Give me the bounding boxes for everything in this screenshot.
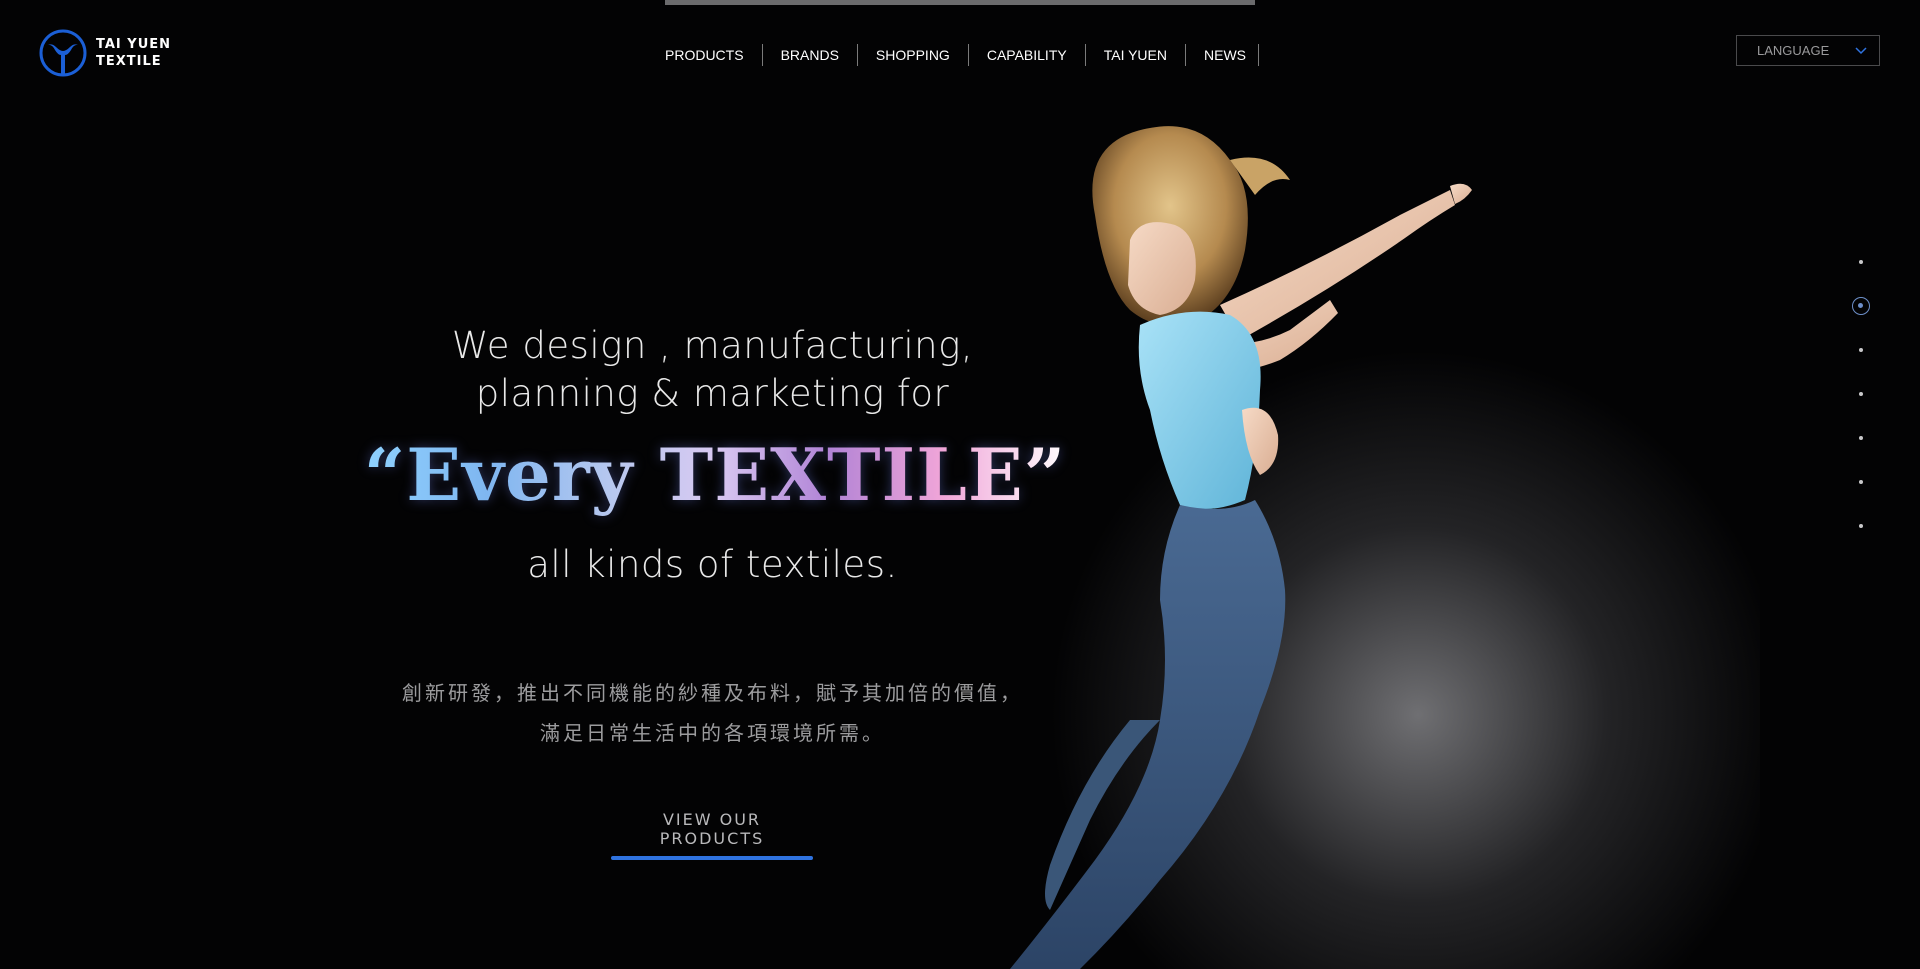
top-progress-strip [665,0,1255,5]
nav-item-tai-yuen[interactable]: TAI YUEN [1104,44,1186,66]
pager-dot-5[interactable] [1850,416,1872,460]
pager-dot-7[interactable] [1850,504,1872,548]
hero-line-2: planning & marketing for [475,372,950,415]
hero-highlight-heading: “Every TEXTILE” [360,432,1070,517]
pager-dot-6[interactable] [1850,460,1872,504]
hero-line-3: all kinds of textiles. [527,543,898,586]
pager-dot-3[interactable] [1850,328,1872,372]
nav-item-products[interactable]: PRODUCTS [665,44,763,66]
hero-line-1: We design , manufacturing, [451,324,974,367]
view-products-button[interactable]: VIEW OUR PRODUCTS [611,810,813,860]
pager-dot-1[interactable] [1850,240,1872,284]
hero-chinese-line-2: 滿足日常生活中的各項環境所需。 [540,721,885,745]
pager-dot-2-active[interactable] [1850,284,1872,328]
hero-chinese-line-1: 創新研發，推出不同機能的紗種及布料，賦予其加倍的價值， [402,681,1023,705]
chevron-down-icon [1855,46,1867,54]
language-select-label: LANGUAGE [1757,43,1830,58]
nav-item-brands[interactable]: BRANDS [781,44,858,66]
nav-item-news[interactable]: NEWS [1204,44,1259,66]
pager-dot-4[interactable] [1850,372,1872,416]
language-select[interactable]: LANGUAGE [1736,35,1880,66]
view-products-underline [611,856,813,860]
slide-pager [1850,240,1872,548]
hero-dancer-image [1010,126,1472,969]
brand-name: TAI YUEN TEXTILE [96,36,171,70]
view-products-label: VIEW OUR PRODUCTS [659,810,765,848]
brand-name-line2: TEXTILE [96,54,162,69]
brand-logo[interactable]: TAI YUEN TEXTILE [38,28,171,78]
nav-item-capability[interactable]: CAPABILITY [987,44,1086,66]
tai-yuen-logo-icon [39,29,87,77]
main-nav: PRODUCTS BRANDS SHOPPING CAPABILITY TAI … [665,44,1259,66]
nav-item-shopping[interactable]: SHOPPING [876,44,969,66]
brand-name-line1: TAI YUEN [96,37,172,52]
